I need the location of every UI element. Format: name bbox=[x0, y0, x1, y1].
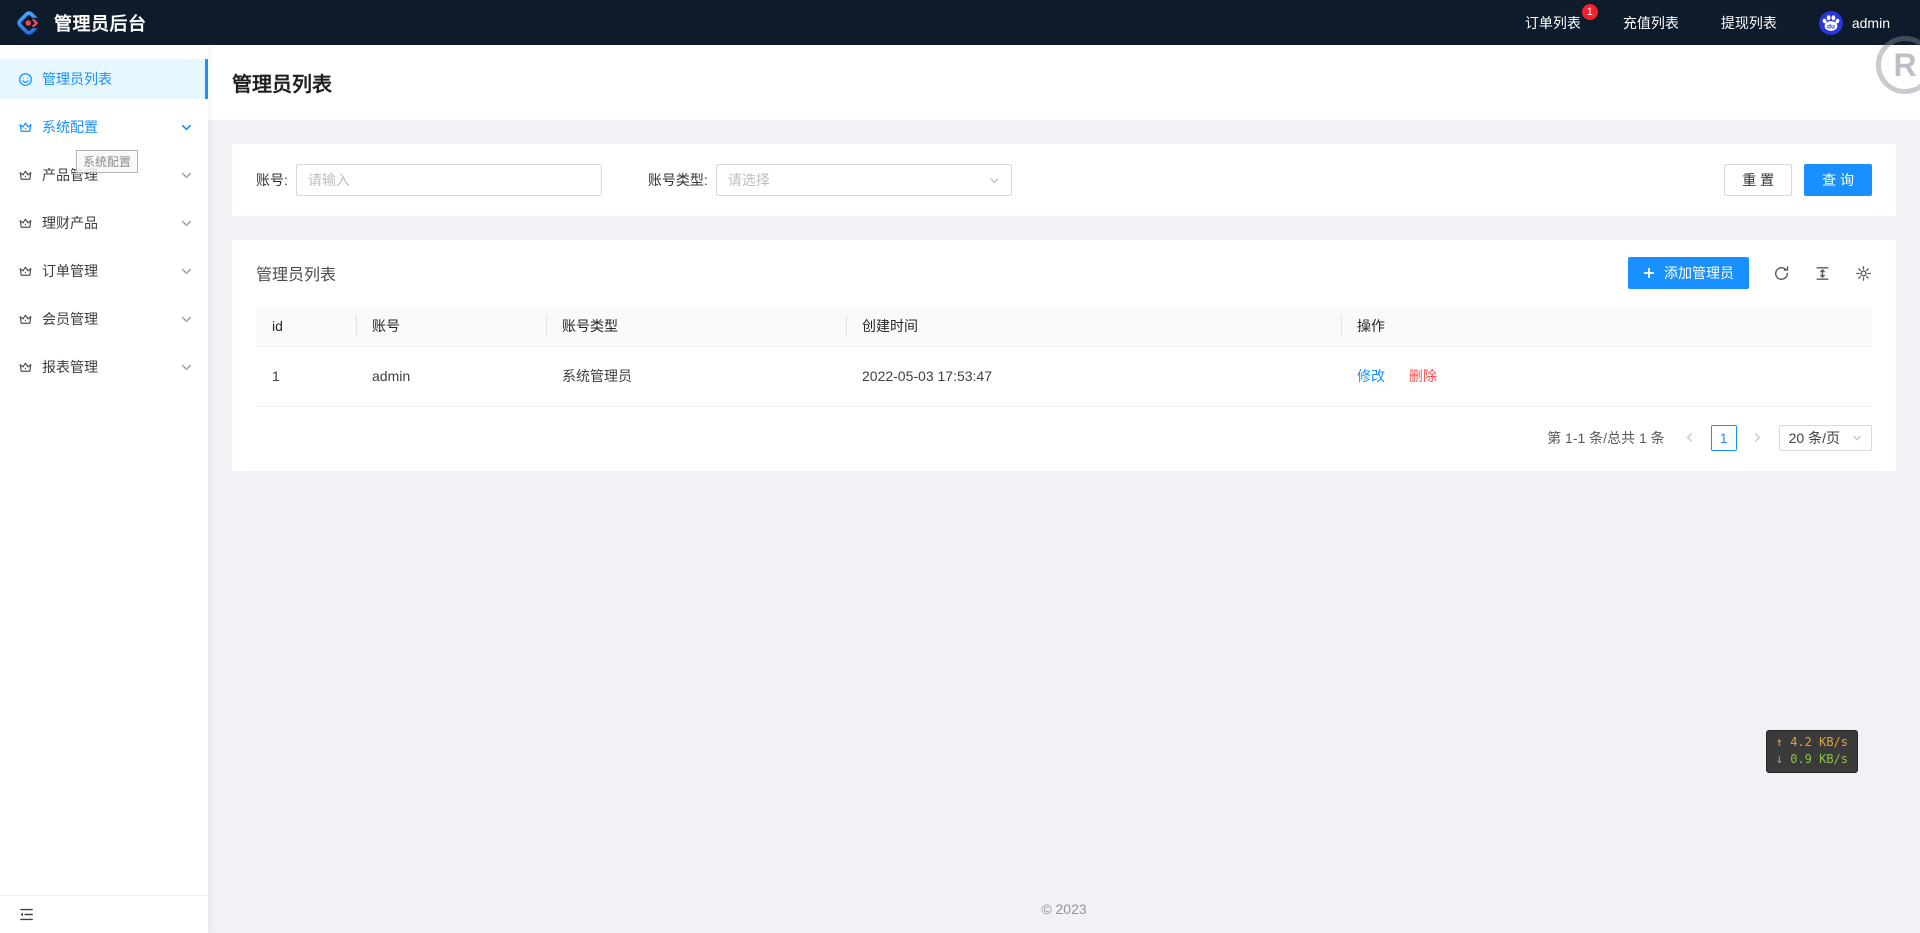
user-menu[interactable]: du admin bbox=[1818, 10, 1890, 35]
chevron-down-icon bbox=[181, 170, 192, 181]
avatar: du bbox=[1818, 10, 1843, 35]
chevron-down-icon bbox=[181, 122, 192, 133]
sidebar-collapse-trigger[interactable] bbox=[0, 895, 208, 933]
topbar-item-recharge[interactable]: 充值列表 bbox=[1623, 13, 1679, 33]
topbar-item-orders-label: 订单列表 bbox=[1524, 14, 1581, 31]
crown-icon bbox=[18, 168, 33, 183]
admin-table: id 账号 账号类型 创建时间 操作 1 admin 系统管理员 2022-05… bbox=[256, 306, 1872, 407]
download-speed: ↓ 0.9 KB/s bbox=[1775, 752, 1848, 766]
sidebar-item-label: 系统配置 bbox=[42, 119, 98, 135]
chevron-down-icon bbox=[181, 314, 192, 325]
plus-icon bbox=[1644, 268, 1654, 278]
pagination-summary: 第 1-1 条/总共 1 条 bbox=[1547, 429, 1665, 446]
crown-icon bbox=[18, 120, 33, 135]
orders-badge: 1 bbox=[1581, 3, 1598, 20]
sidebar-menu: 管理员列表 系统配置 产品管理 理财产品 订单管理 会员管理 报表管理 bbox=[0, 45, 208, 895]
crown-icon bbox=[18, 312, 33, 327]
smile-icon bbox=[18, 72, 33, 87]
table-header-row: id 账号 账号类型 创建时间 操作 bbox=[256, 306, 1872, 347]
app-logo-icon bbox=[17, 10, 41, 35]
upload-speed: ↑ 4.2 KB/s bbox=[1775, 735, 1848, 749]
sidebar-item-finance-product[interactable]: 理财产品 bbox=[0, 203, 208, 243]
sidebar: 管理员列表 系统配置 产品管理 理财产品 订单管理 会员管理 报表管理 bbox=[0, 45, 208, 933]
network-speed-overlay: ↑ 4.2 KB/s ↓ 0.9 KB/s bbox=[1765, 730, 1858, 773]
table-wrap: id 账号 账号类型 创建时间 操作 1 admin 系统管理员 2022-05… bbox=[232, 306, 1896, 407]
sidebar-item-label: 理财产品 bbox=[42, 215, 98, 231]
chevron-down-icon bbox=[181, 266, 192, 277]
page-size-select[interactable]: 20 条/页 bbox=[1778, 424, 1872, 451]
page-number[interactable]: 1 bbox=[1710, 424, 1737, 451]
chevron-down-icon bbox=[989, 175, 1000, 186]
svg-text:du: du bbox=[1827, 23, 1835, 30]
username: admin bbox=[1851, 14, 1890, 31]
col-header-account: 账号 bbox=[356, 306, 546, 347]
reload-icon[interactable] bbox=[1773, 265, 1790, 282]
topbar-item-withdraw[interactable]: 提现列表 bbox=[1721, 13, 1777, 33]
next-page-icon[interactable] bbox=[1745, 425, 1771, 451]
brand[interactable]: 管理员后台 bbox=[0, 8, 147, 38]
reset-button[interactable]: 重 置 bbox=[1724, 164, 1793, 196]
footer-copyright: © 2023 bbox=[1041, 901, 1087, 917]
page-header: 管理员列表 bbox=[208, 45, 1920, 120]
page-size-value: 20 条/页 bbox=[1788, 429, 1840, 446]
col-header-id: id bbox=[256, 306, 356, 347]
prev-page-icon[interactable] bbox=[1677, 425, 1703, 451]
search-button[interactable]: 查 询 bbox=[1804, 164, 1872, 196]
sidebar-item-label: 产品管理 bbox=[42, 167, 98, 183]
col-header-created-at: 创建时间 bbox=[846, 306, 1341, 347]
delete-link[interactable]: 删除 bbox=[1409, 368, 1437, 384]
add-admin-button[interactable]: 添加管理员 bbox=[1628, 257, 1749, 289]
table-row: 1 admin 系统管理员 2022-05-03 17:53:47 修改 删除 bbox=[256, 346, 1872, 407]
chevron-down-icon bbox=[1852, 433, 1862, 443]
account-type-select[interactable]: 请选择 bbox=[715, 164, 1012, 196]
settings-gear-icon[interactable] bbox=[1855, 265, 1872, 282]
sidebar-item-member-mgmt[interactable]: 会员管理 bbox=[0, 299, 208, 339]
pagination: 第 1-1 条/总共 1 条 1 20 条/页 bbox=[232, 407, 1896, 465]
content: 账号: 账号类型: 请选择 重 置 查 询 bbox=[208, 120, 1920, 933]
filter-card: 账号: 账号类型: 请选择 重 置 查 询 bbox=[232, 144, 1896, 216]
crown-icon bbox=[18, 360, 33, 375]
cell-created-at: 2022-05-03 17:53:47 bbox=[846, 346, 1341, 407]
sidebar-item-label: 报表管理 bbox=[42, 359, 98, 375]
sidebar-item-order-mgmt[interactable]: 订单管理 bbox=[0, 251, 208, 291]
cell-account-type: 系统管理员 bbox=[546, 346, 846, 407]
account-label: 账号: bbox=[256, 172, 288, 188]
cell-id: 1 bbox=[256, 346, 356, 407]
app-title: 管理员后台 bbox=[54, 13, 147, 34]
cell-actions: 修改 删除 bbox=[1341, 346, 1872, 407]
account-input[interactable] bbox=[295, 164, 602, 196]
col-header-account-type: 账号类型 bbox=[546, 306, 846, 347]
col-header-actions: 操作 bbox=[1341, 306, 1872, 347]
sidebar-item-label: 会员管理 bbox=[42, 311, 98, 327]
chevron-down-icon bbox=[181, 362, 192, 373]
crown-icon bbox=[18, 216, 33, 231]
sidebar-item-report-mgmt[interactable]: 报表管理 bbox=[0, 347, 208, 387]
crown-icon bbox=[18, 264, 33, 279]
sidebar-item-admin-list[interactable]: 管理员列表 bbox=[0, 59, 208, 99]
edit-link[interactable]: 修改 bbox=[1357, 368, 1385, 384]
table-toolbar: 管理员列表 添加管理员 bbox=[232, 240, 1896, 306]
sidebar-item-label: 管理员列表 bbox=[42, 71, 112, 87]
sidebar-item-product-mgmt[interactable]: 产品管理 bbox=[0, 155, 208, 195]
sidebar-item-label: 订单管理 bbox=[42, 263, 98, 279]
table-toolbar-actions: 添加管理员 bbox=[1628, 257, 1872, 289]
topbar: 管理员后台 订单列表 1 充值列表 提现列表 du admin bbox=[0, 0, 1920, 45]
admin-table-card: 管理员列表 添加管理员 id 账号 账号类型 创建时间 操作 1 admin 系… bbox=[232, 240, 1896, 471]
cell-account: admin bbox=[356, 346, 546, 407]
select-placeholder: 请选择 bbox=[727, 172, 770, 188]
table-title: 管理员列表 bbox=[256, 267, 337, 284]
add-admin-button-label: 添加管理员 bbox=[1664, 265, 1734, 281]
chevron-down-icon bbox=[181, 218, 192, 229]
account-type-label: 账号类型: bbox=[647, 172, 708, 188]
page-title: 管理员列表 bbox=[232, 74, 332, 96]
column-height-icon[interactable] bbox=[1814, 265, 1831, 282]
topbar-item-orders[interactable]: 订单列表 1 bbox=[1524, 3, 1598, 33]
filter-buttons: 重 置 查 询 bbox=[1724, 164, 1872, 196]
topbar-nav: 订单列表 1 充值列表 提现列表 du admin bbox=[1524, 3, 1920, 35]
main: 管理员列表 账号: 账号类型: 请选择 重 置 查 询 bbox=[208, 45, 1920, 933]
app-viewport: 管理员后台 订单列表 1 充值列表 提现列表 du admin 管理员列表 系统… bbox=[0, 0, 1920, 933]
menu-fold-icon bbox=[18, 906, 35, 923]
sidebar-item-system-config[interactable]: 系统配置 bbox=[0, 107, 208, 147]
